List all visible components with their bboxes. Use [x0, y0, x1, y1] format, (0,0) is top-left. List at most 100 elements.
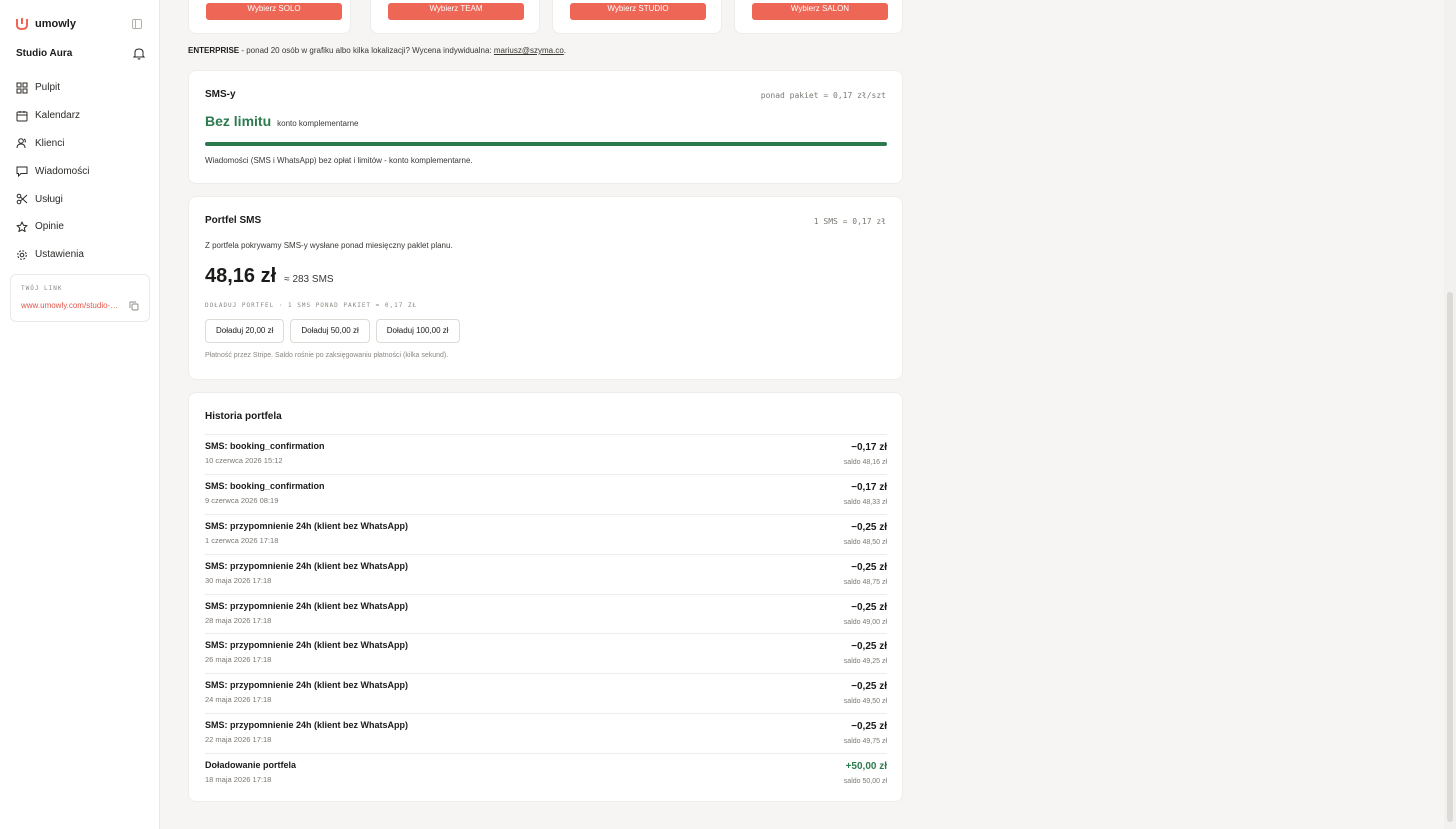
- history-row-saldo: saldo 50,00 zł: [843, 778, 887, 786]
- history-row-date: 24 maja 2026 17:18: [205, 695, 272, 705]
- enterprise-email-link[interactable]: mariusz@szyma.co: [494, 46, 564, 55]
- history-row-saldo: saldo 48,33 zł: [843, 498, 887, 506]
- history-list: SMS: booking_confirmation 10 czerwca 2026…: [205, 434, 887, 793]
- history-row-date: 10 czerwca 2026 15:12: [205, 456, 283, 465]
- history-row-amount: −0,25 zł: [851, 601, 887, 613]
- history-row-saldo: saldo 49,75 zł: [843, 738, 887, 746]
- history-row-saldo: saldo 49,00 zł: [843, 618, 887, 626]
- history-row-amount: −0,25 zł: [851, 681, 887, 693]
- history-row-saldo: saldo 48,75 zł: [843, 578, 887, 586]
- scissors-icon: [16, 193, 28, 205]
- plan-card-studio: Wybierz STUDIO: [552, 0, 722, 34]
- history-row-date: 1 czerwca 2026 17:18: [205, 535, 279, 545]
- sms-usage-bar-fill: [205, 142, 887, 146]
- scrollbar-thumb[interactable]: [1447, 292, 1453, 822]
- stripe-note: Płatność przez Stripe. Saldo rośnie po z…: [205, 352, 449, 359]
- enterprise-text: - ponad 20 osób w grafiku albo kilka lok…: [239, 46, 494, 55]
- topup-20-button[interactable]: Doładuj 20,00 zł: [205, 319, 285, 343]
- topup-100-button[interactable]: Doładuj 100,00 zł: [375, 319, 460, 343]
- history-row-title: SMS: przypomnienie 24h (klient bez Whats…: [205, 720, 409, 731]
- wallet-history-card: Historia portfela SMS: booking_confirmat…: [188, 392, 903, 802]
- wallet-balance-value: 48,16 zł: [205, 265, 277, 287]
- sms-description: Wiadomości (SMS i WhatsApp) bez opłat i …: [205, 156, 473, 165]
- history-row: Doładowanie portfela 18 maja 2026 17:18 +5…: [205, 753, 887, 793]
- star-icon: [16, 221, 28, 232]
- sidebar-item-label: Ustawienia: [35, 249, 84, 261]
- enterprise-end: .: [563, 46, 567, 55]
- wallet-card: Portfel SMS 1 SMS = 0,17 zł Z portfela p…: [188, 196, 903, 380]
- sidebar-item-label: Usługi: [35, 193, 63, 205]
- share-link-label: TWÓJ LINK: [21, 285, 63, 292]
- history-row-saldo: saldo 49,25 zł: [843, 658, 887, 666]
- history-row: SMS: przypomnienie 24h (klient bez Whats…: [205, 553, 887, 594]
- history-title: Historia portfela: [205, 411, 282, 422]
- sidebar-item-uslugi[interactable]: Usługi: [16, 185, 150, 213]
- enterprise-note: ENTERPRISE - ponad 20 osób w grafiku alb…: [188, 46, 566, 55]
- history-row-amount: −0,25 zł: [851, 521, 887, 533]
- collapse-sidebar-icon[interactable]: [132, 19, 142, 29]
- sidebar-item-wiadomosci[interactable]: Wiadomości: [16, 157, 150, 185]
- sidebar-item-label: Opinie: [35, 221, 64, 233]
- topup-buttons: Doładuj 20,00 zł Doładuj 50,00 zł Doładu…: [205, 319, 460, 343]
- history-row-saldo: saldo 49,50 zł: [843, 698, 887, 706]
- history-row-title: SMS: booking_confirmation: [205, 480, 325, 491]
- history-row-amount: −0,25 zł: [851, 641, 887, 653]
- history-row: SMS: przypomnienie 24h (klient bez Whats…: [205, 633, 887, 673]
- sms-status: Bez limitu konto komplementarne: [205, 113, 359, 129]
- sms-price-note: ponad pakiet = 0,17 zł/szt: [760, 91, 886, 100]
- sms-title: SMS-y: [205, 89, 236, 100]
- studio-name: Studio Aura: [16, 48, 73, 59]
- scrollbar[interactable]: [1444, 0, 1456, 829]
- history-row-title: Doładowanie portfela: [205, 760, 297, 771]
- brand-name: umowly: [35, 18, 76, 30]
- sms-status-value: Bez limitu: [205, 113, 272, 129]
- topup-50-button[interactable]: Doładuj 50,00 zł: [290, 319, 370, 343]
- calendar-icon: [16, 110, 28, 122]
- sidebar: umowly Studio Aura Pulpit Kalendarz Klienc…: [0, 0, 160, 829]
- sms-usage-bar: [205, 142, 887, 146]
- history-row-amount: −0,25 zł: [851, 561, 887, 573]
- history-row-amount: +50,00 zł: [845, 761, 887, 773]
- sidebar-nav: Pulpit Kalendarz Klienci Wiadomości Usługi Op…: [16, 74, 150, 269]
- brand[interactable]: umowly: [16, 17, 76, 31]
- topup-label: DOŁADUJ PORTFEL · 1 SMS PONAD PAKIET = 0…: [205, 302, 418, 309]
- sidebar-item-label: Wiadomości: [35, 165, 90, 177]
- copy-icon[interactable]: [129, 301, 139, 311]
- history-row-title: SMS: przypomnienie 24h (klient bez Whats…: [205, 640, 409, 651]
- wallet-balance: 48,16 zł ≈ 283 SMS: [205, 265, 334, 288]
- wallet-rate-note: 1 SMS = 0,17 zł: [813, 217, 886, 226]
- history-row-saldo: saldo 48,50 zł: [843, 538, 887, 546]
- sidebar-item-kalendarz[interactable]: Kalendarz: [16, 102, 150, 130]
- sidebar-item-klienci[interactable]: Klienci: [16, 130, 150, 158]
- wallet-description: Z portfela pokrywamy SMS-y wysłane ponad…: [205, 241, 453, 250]
- sidebar-item-ustawienia[interactable]: Ustawienia: [16, 241, 150, 269]
- history-row-date: 28 maja 2026 17:18: [205, 615, 272, 625]
- sidebar-item-pulpit[interactable]: Pulpit: [16, 74, 150, 102]
- history-row-title: SMS: booking_confirmation: [205, 441, 325, 451]
- share-link-card: TWÓJ LINK www.umowly.com/studio-aura: [10, 274, 150, 322]
- history-row: SMS: booking_confirmation 10 czerwca 2026…: [205, 434, 887, 474]
- history-row-amount: −0,17 zł: [851, 442, 887, 453]
- history-row: SMS: booking_confirmation 9 czerwca 2026 …: [205, 473, 887, 514]
- history-row: SMS: przypomnienie 24h (klient bez Whats…: [205, 713, 887, 753]
- wallet-balance-sms: ≈ 283 SMS: [284, 274, 334, 285]
- history-row-saldo: saldo 48,16 zł: [843, 459, 887, 466]
- history-row: SMS: przypomnienie 24h (klient bez Whats…: [205, 673, 887, 713]
- plan-card-solo: Wybierz SOLO: [188, 0, 351, 34]
- select-plan-solo-button[interactable]: Wybierz SOLO: [206, 3, 342, 20]
- select-plan-studio-button[interactable]: Wybierz STUDIO: [570, 3, 706, 20]
- sidebar-item-opinie[interactable]: Opinie: [16, 213, 150, 241]
- history-row-title: SMS: przypomnienie 24h (klient bez Whats…: [205, 680, 409, 691]
- enterprise-label: ENTERPRISE: [188, 46, 240, 55]
- plan-card-salon: Wybierz SALON: [734, 0, 903, 34]
- history-row-date: 26 maja 2026 17:18: [205, 655, 272, 665]
- logo-icon: [16, 18, 28, 31]
- bell-icon[interactable]: [133, 47, 145, 60]
- share-link-url[interactable]: www.umowly.com/studio-aura: [21, 301, 121, 310]
- select-plan-salon-button[interactable]: Wybierz SALON: [752, 3, 888, 20]
- users-icon: [16, 138, 26, 149]
- sms-card: SMS-y ponad pakiet = 0,17 zł/szt Bez lim…: [188, 70, 903, 184]
- select-plan-team-button[interactable]: Wybierz TEAM: [388, 3, 524, 20]
- sidebar-item-label: Pulpit: [35, 82, 61, 94]
- sidebar-item-label: Klienci: [35, 137, 65, 149]
